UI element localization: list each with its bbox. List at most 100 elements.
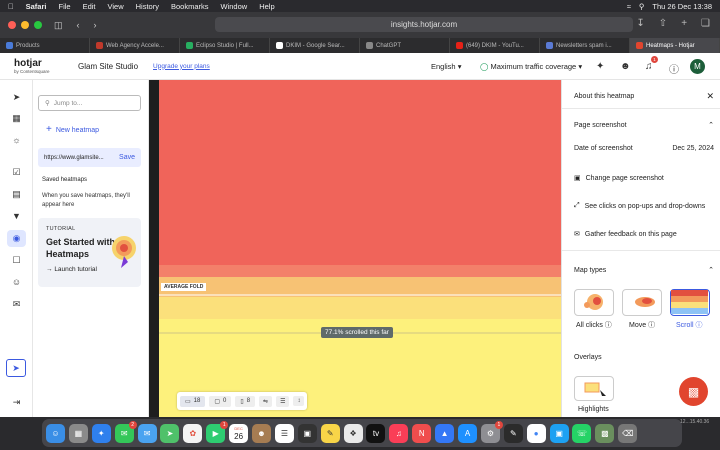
survey-icon[interactable]: ☐ xyxy=(11,255,22,266)
calendar-icon[interactable]: DEC 26 xyxy=(229,423,249,443)
photos-icon[interactable]: ✿ xyxy=(183,423,203,443)
site-selector[interactable]: Glam Site Studio xyxy=(78,62,138,71)
add-user-icon[interactable]: ☻ xyxy=(620,61,631,72)
new-heatmap-button[interactable]: + New heatmap xyxy=(46,124,99,135)
save-button[interactable]: Save xyxy=(119,154,135,161)
maps-icon[interactable]: ➤ xyxy=(160,423,180,443)
scroll-heatmap-canvas[interactable]: AVERAGE FOLD 77.1% scrolled this far xyxy=(159,80,561,417)
share-icon[interactable]: ⇧ xyxy=(659,18,667,29)
tab-products[interactable]: Products xyxy=(0,38,90,53)
info-icon[interactable]: ⓘ xyxy=(648,322,655,329)
minimize-window-button[interactable] xyxy=(21,21,29,29)
keynote-icon[interactable]: ▲ xyxy=(435,423,455,443)
forward-icon[interactable]: › xyxy=(94,20,97,30)
upgrade-link[interactable]: Upgrade your plans xyxy=(153,63,210,70)
tab-youtube[interactable]: (649) DKIM - YouTu... xyxy=(450,38,540,53)
funnel-icon[interactable]: ▼ xyxy=(11,211,22,222)
news-icon[interactable]: N xyxy=(412,423,432,443)
contacts-icon[interactable]: ☻ xyxy=(252,423,272,443)
menu-edit[interactable]: Edit xyxy=(83,2,96,11)
new-tab-icon[interactable]: + xyxy=(681,18,687,29)
tab-eclipso[interactable]: Eclipso Studio | Full... xyxy=(180,38,270,53)
final-cut-icon[interactable]: ✎ xyxy=(503,423,523,443)
launchpad-icon[interactable]: ▦ xyxy=(68,423,88,443)
change-screenshot-button[interactable]: ▣ Change page screenshot xyxy=(574,174,714,183)
see-clicks-popups-button[interactable]: ⤢ See clicks on pop-ups and drop-downs xyxy=(574,202,714,210)
collapse-sidebar-icon[interactable]: ⇥ xyxy=(11,397,22,408)
puzzle-icon[interactable]: ✦ xyxy=(596,61,604,72)
help-icon[interactable]: ⓘ xyxy=(669,61,679,76)
menu-history[interactable]: History xyxy=(136,2,159,11)
jump-to-search[interactable]: ⚲ Jump to... xyxy=(38,95,141,111)
dashboard-icon[interactable]: ▦ xyxy=(11,113,22,124)
chevron-up-icon[interactable]: ⌃ xyxy=(708,266,714,274)
screenshot-icon[interactable]: ▣ xyxy=(297,423,317,443)
move-map-button[interactable] xyxy=(622,289,662,316)
address-bar[interactable]: insights.hotjar.com xyxy=(215,17,633,32)
system-settings-icon[interactable]: ⚙ 1 xyxy=(480,420,503,443)
facetime-icon[interactable]: ▶ 1 xyxy=(206,420,229,443)
freeform-icon[interactable]: ❖ xyxy=(343,423,363,443)
filter-icon[interactable]: ⇋ xyxy=(259,395,273,407)
menu-file[interactable]: File xyxy=(58,2,70,11)
rocket-icon[interactable]: ➤ xyxy=(11,92,22,103)
current-heatmap-item[interactable]: https://www.glamsite... Save xyxy=(38,148,141,167)
tab-chatgpt[interactable]: ChatGPT xyxy=(360,38,450,53)
menu-view[interactable]: View xyxy=(108,2,124,11)
apple-tv-icon[interactable]: tv xyxy=(366,423,386,443)
avatar[interactable]: M xyxy=(690,59,705,74)
trash-icon[interactable]: ⌫ xyxy=(618,423,638,443)
tutorial-card[interactable]: TUTORIAL Get Started with Heatmaps → Lau… xyxy=(38,218,141,287)
bar-chart-icon[interactable]: ▤ xyxy=(11,189,22,200)
gather-feedback-button[interactable]: ✉ Gather feedback on this page xyxy=(574,230,714,239)
layers-icon[interactable]: ☰ xyxy=(276,395,290,407)
apple-icon[interactable]:  xyxy=(8,2,14,11)
image-preview-icon[interactable]: ▩ xyxy=(595,423,615,443)
messages-icon[interactable]: ✉ 2 xyxy=(114,420,137,443)
highlights-overlay-button[interactable] xyxy=(574,376,614,401)
close-icon[interactable]: ✕ xyxy=(706,91,714,102)
language-selector[interactable]: English ▾ xyxy=(431,62,461,71)
music-icon[interactable]: ♫ xyxy=(389,423,409,443)
tab-overview-icon[interactable]: ❏ xyxy=(701,18,710,29)
rocket-launch-icon[interactable]: ➤ xyxy=(6,359,26,377)
menubar-clock[interactable]: Thu 26 Dec 13:38 xyxy=(652,2,712,11)
wifi-icon[interactable]: ≈ xyxy=(627,2,631,11)
chevron-up-icon[interactable]: ⌃ xyxy=(708,121,714,129)
reminders-icon[interactable]: ☰ xyxy=(274,423,294,443)
tab-heatmaps[interactable]: Heatmaps - Hotjar xyxy=(630,38,720,53)
menu-bookmarks[interactable]: Bookmarks xyxy=(171,2,209,11)
tab-web-agency[interactable]: Web Agency Accele... xyxy=(90,38,180,53)
whatsapp-icon[interactable]: ☏ xyxy=(572,423,592,443)
mail-icon[interactable]: ✉ xyxy=(137,423,157,443)
heatmap-icon[interactable]: ◉ xyxy=(7,230,26,247)
menu-app-name[interactable]: Safari xyxy=(26,2,47,11)
bell-icon[interactable]: ♫ xyxy=(645,61,653,72)
menu-help[interactable]: Help xyxy=(259,2,274,11)
tablet-toggle[interactable]: ▢ 0 xyxy=(209,395,232,407)
notes-icon[interactable]: ✎ xyxy=(320,423,340,443)
back-icon[interactable]: ‹ xyxy=(77,20,80,30)
info-icon[interactable]: ⓘ xyxy=(695,322,702,329)
app-store-icon[interactable]: A xyxy=(458,423,478,443)
chat-support-button[interactable]: ▩ xyxy=(679,377,708,406)
scroll-toggle-icon[interactable]: ↕ xyxy=(293,396,305,406)
download-icon[interactable]: ↧ xyxy=(636,18,644,29)
scroll-map-button[interactable] xyxy=(670,289,710,316)
finder-icon[interactable]: ☺ xyxy=(46,423,65,443)
coverage-selector[interactable]: ◯ Maximum traffic coverage ▾ xyxy=(480,62,582,71)
chrome-icon[interactable]: ● xyxy=(526,423,546,443)
lightbulb-icon[interactable]: ☼ xyxy=(11,135,22,146)
search-icon[interactable]: ⚲ xyxy=(639,2,645,11)
menu-window[interactable]: Window xyxy=(221,2,248,11)
checklist-icon[interactable]: ☑ xyxy=(11,167,22,178)
zoom-icon[interactable]: ▣ xyxy=(549,423,569,443)
tab-dkim-google[interactable]: DKIM - Google Sear... xyxy=(270,38,360,53)
desktop-toggle[interactable]: ▭ 18 xyxy=(180,395,206,407)
safari-icon[interactable]: ✦ xyxy=(91,423,111,443)
tab-newsletters[interactable]: Newsletters spam i... xyxy=(540,38,630,53)
zoom-window-button[interactable] xyxy=(34,21,42,29)
users-icon[interactable]: ☺ xyxy=(11,277,22,288)
hotjar-logo[interactable]: hotjar by Contentsquare xyxy=(14,58,66,74)
all-clicks-map-button[interactable] xyxy=(574,289,614,316)
